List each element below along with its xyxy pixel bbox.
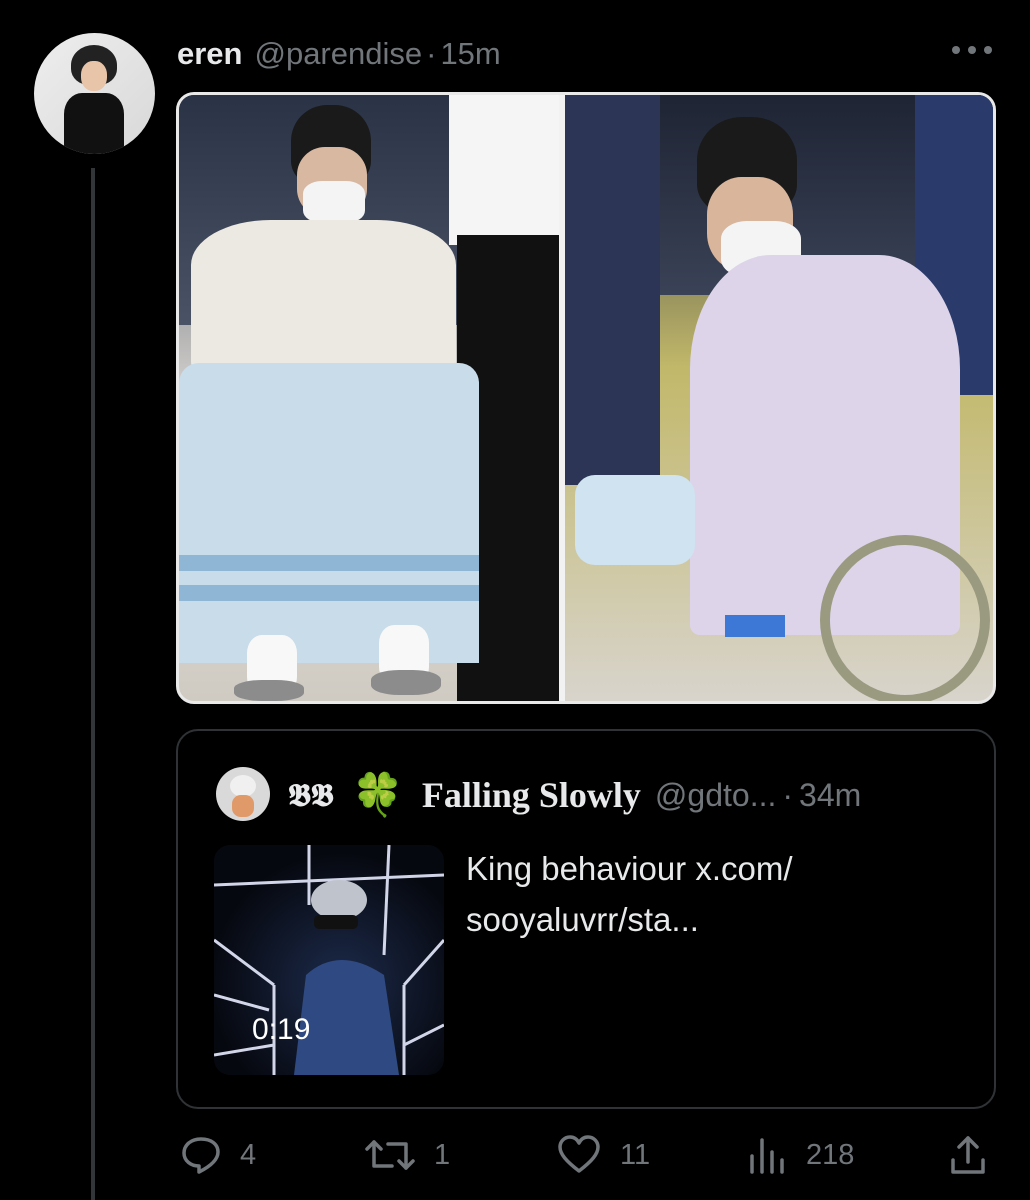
retweet-icon bbox=[365, 1140, 415, 1170]
reply-button[interactable]: 4 bbox=[180, 1130, 256, 1180]
retweet-count: 1 bbox=[434, 1138, 451, 1171]
wheelchair-wheel bbox=[820, 535, 990, 701]
view-count: 218 bbox=[806, 1138, 855, 1171]
like-button[interactable]: 11 bbox=[556, 1130, 650, 1180]
avatar-body bbox=[64, 93, 124, 154]
action-bar: 4 1 11 218 bbox=[176, 1130, 1006, 1180]
quote-header: 𝕭𝕭 🍀 Falling Slowly @gdto... · 34m bbox=[288, 769, 861, 821]
hospital-gown bbox=[191, 220, 456, 370]
face-mask bbox=[303, 181, 365, 223]
reply-count: 4 bbox=[240, 1138, 257, 1171]
blanket bbox=[179, 363, 479, 663]
quote-author-handle[interactable]: @gdto... bbox=[655, 777, 776, 814]
quote-separator: · bbox=[782, 776, 794, 813]
avatar-face bbox=[81, 61, 107, 91]
author-avatar[interactable] bbox=[34, 33, 155, 154]
quote-author-name[interactable]: Falling Slowly bbox=[422, 774, 641, 816]
quote-video-thumbnail[interactable]: 0:19 bbox=[214, 845, 444, 1075]
views-icon bbox=[750, 1138, 784, 1174]
tweet-header: eren @parendise · 15m bbox=[177, 34, 501, 74]
quote-time[interactable]: 34m bbox=[799, 777, 861, 814]
header-separator: · bbox=[426, 36, 437, 71]
quoted-tweet[interactable]: 𝕭𝕭 🍀 Falling Slowly @gdto... · 34m 0:19 … bbox=[176, 729, 996, 1109]
video-duration: 0:19 bbox=[252, 1013, 311, 1046]
blanket-stripe-2 bbox=[179, 585, 479, 601]
pillow bbox=[575, 475, 695, 565]
quote-text[interactable]: King behaviour x.com/ sooyaluvrr/sta... bbox=[466, 843, 946, 945]
reply-icon bbox=[182, 1137, 220, 1174]
attendant-shirt bbox=[449, 95, 559, 245]
blanket-stripe-1 bbox=[179, 555, 479, 571]
clover-icon: 🍀 bbox=[351, 771, 404, 818]
views-button[interactable]: 218 bbox=[746, 1130, 854, 1180]
author-handle[interactable]: @parendise bbox=[254, 36, 422, 72]
slipper-right bbox=[371, 670, 441, 695]
photo-left[interactable] bbox=[179, 95, 559, 701]
quote-badge: 𝕭𝕭 bbox=[288, 775, 334, 814]
photo-right[interactable] bbox=[565, 95, 993, 701]
helper-left bbox=[565, 95, 660, 485]
wheelchair-tag bbox=[725, 615, 785, 637]
thread-line bbox=[91, 168, 95, 1200]
quote-avatar[interactable] bbox=[216, 767, 270, 821]
author-name[interactable]: eren bbox=[177, 36, 242, 72]
share-icon bbox=[951, 1136, 985, 1174]
tweet-time[interactable]: 15m bbox=[440, 36, 500, 72]
share-button[interactable] bbox=[948, 1130, 988, 1180]
more-options-icon[interactable] bbox=[952, 35, 992, 65]
heart-icon bbox=[558, 1135, 600, 1173]
slipper-left bbox=[234, 680, 304, 701]
like-count: 11 bbox=[620, 1138, 651, 1171]
light-grid bbox=[214, 845, 444, 1075]
tweet-media[interactable] bbox=[176, 92, 996, 704]
retweet-button[interactable]: 1 bbox=[364, 1130, 450, 1180]
